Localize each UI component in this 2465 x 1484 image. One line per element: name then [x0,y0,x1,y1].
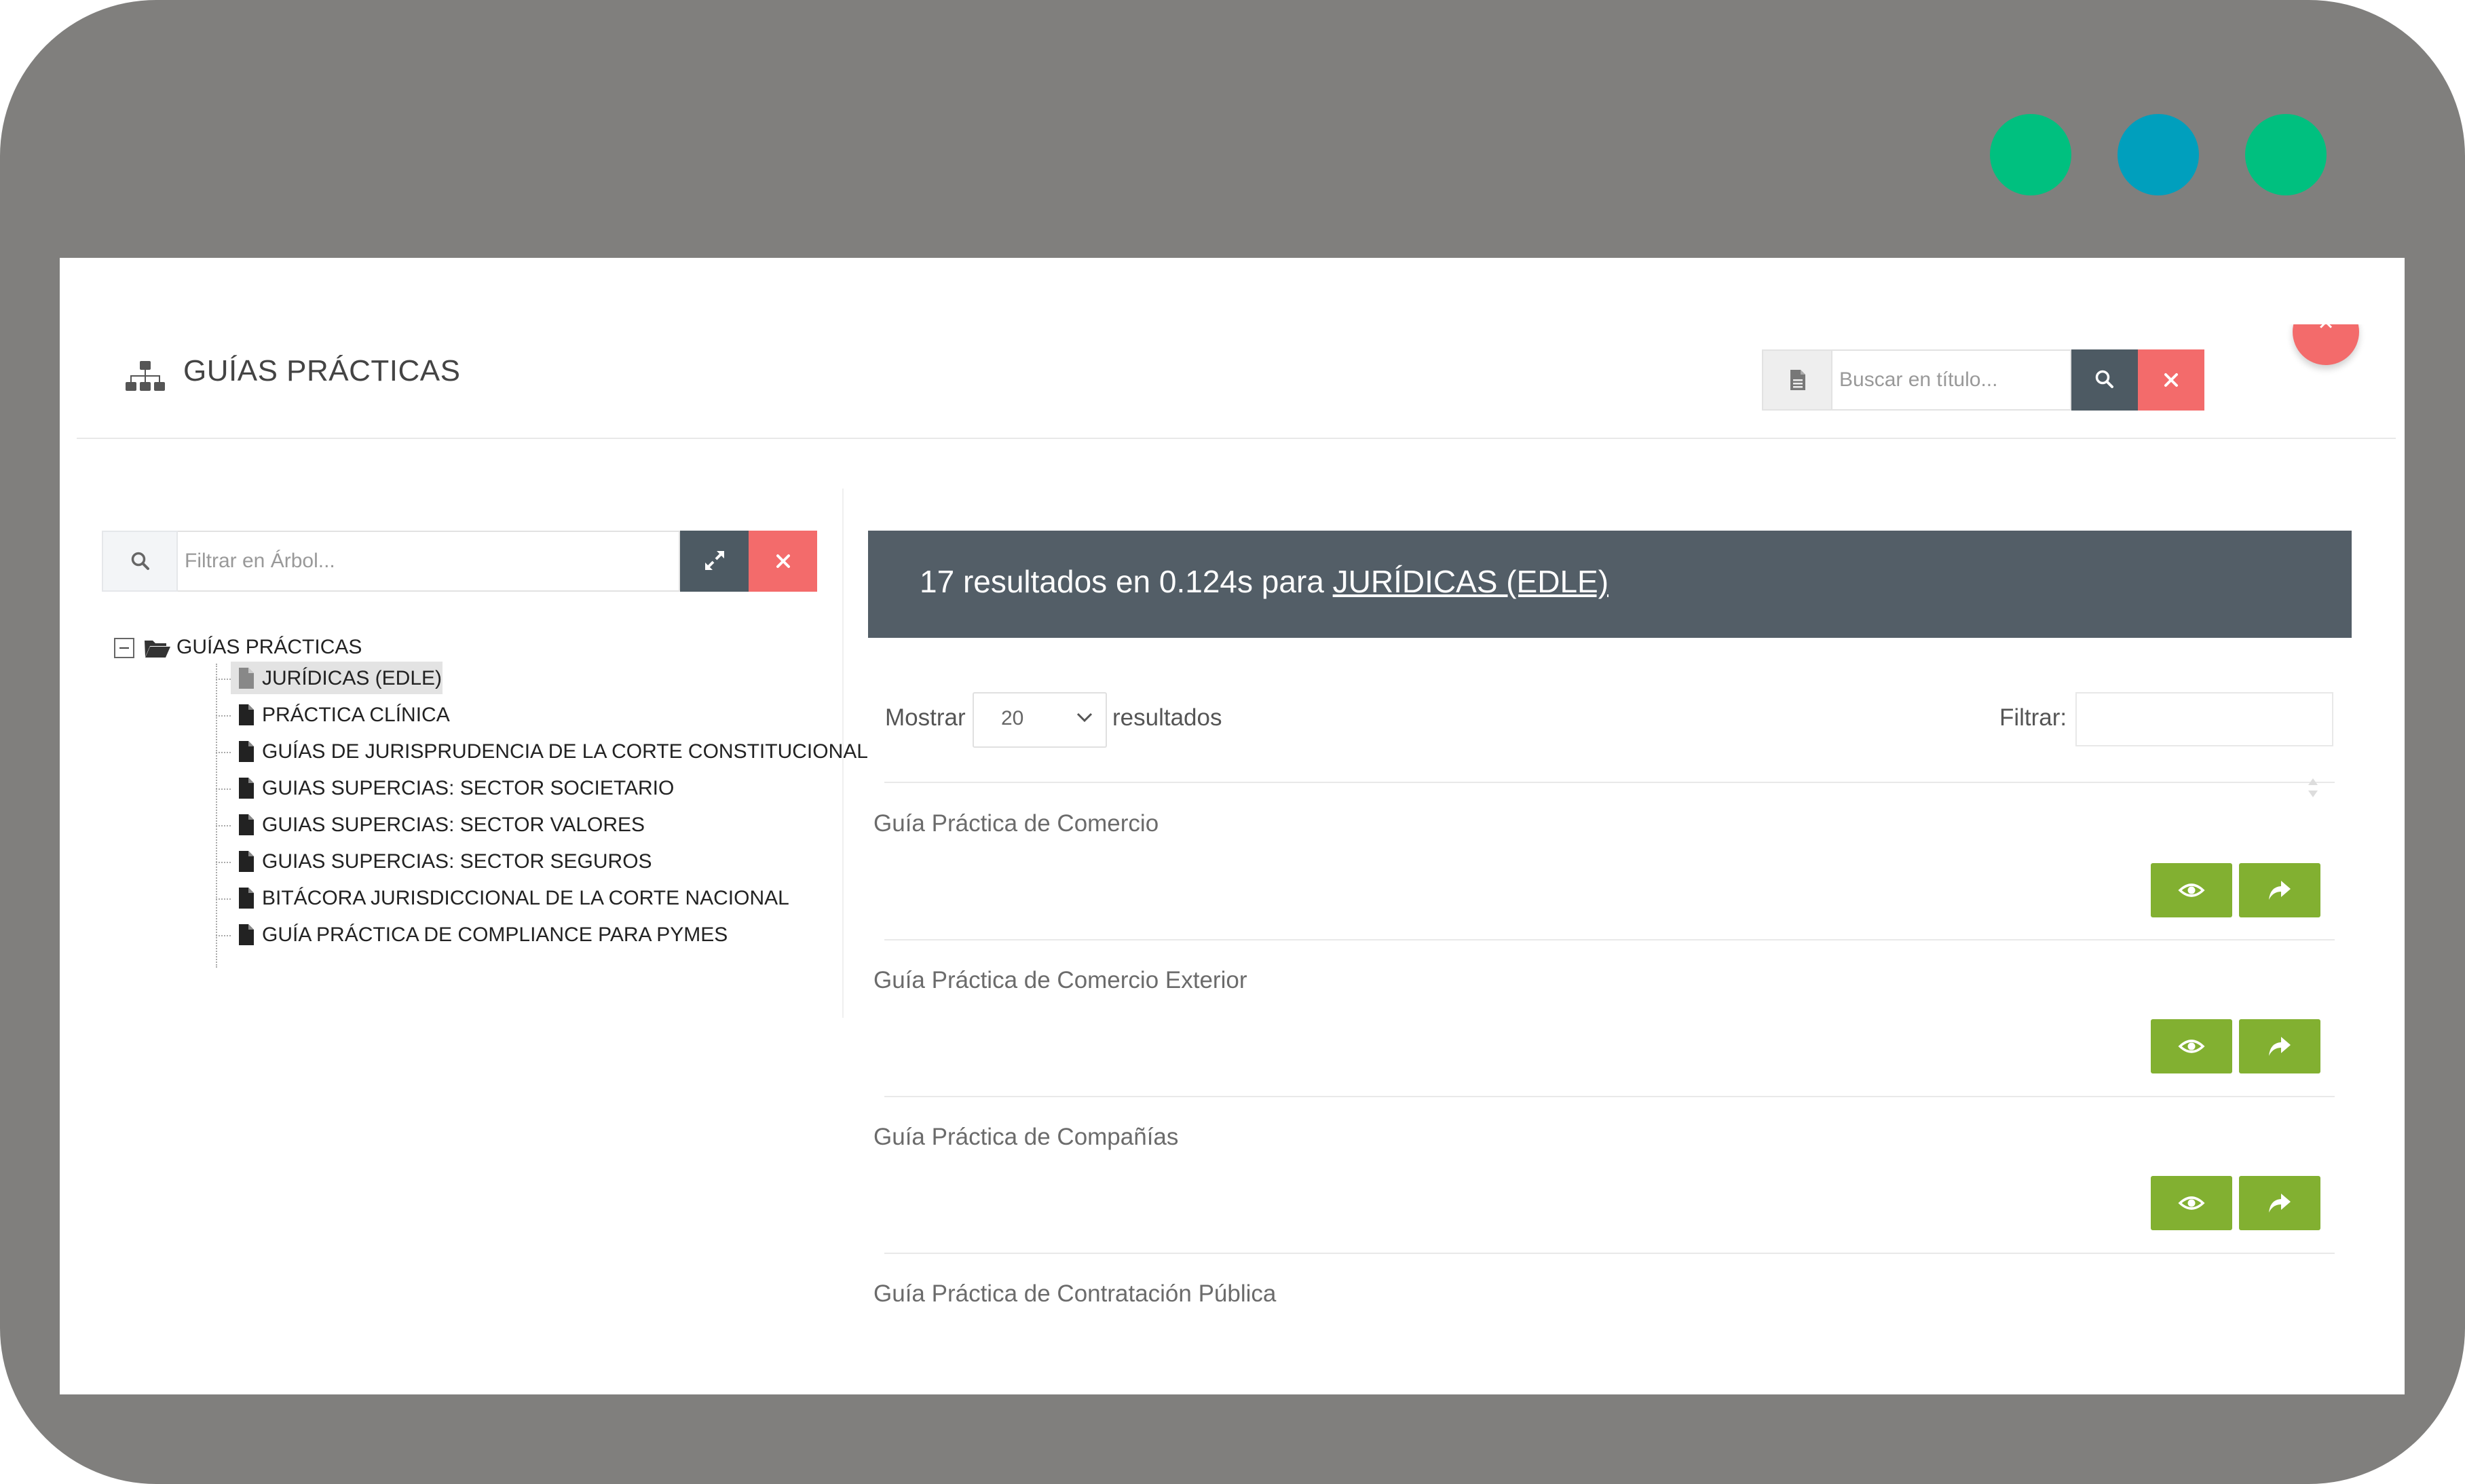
view-button[interactable] [2151,1176,2232,1230]
expand-icon [704,550,724,570]
panel-divider [842,489,844,1018]
tree-item-label: GUIAS SUPERCIAS: SECTOR VALORES [262,814,645,836]
window-dot-green-2 [2245,114,2327,195]
tree-item-label: JURÍDICAS (EDLE) [262,667,443,689]
document-icon [239,668,254,689]
window-dot-green [1990,114,2071,195]
page-size-value: 20 [1001,707,1024,729]
title-search-addon [1762,349,1832,411]
page-title: GUÍAS PRÁCTICAS [183,354,461,387]
tree-item-supercias-societario[interactable]: GUIAS SUPERCIAS: SECTOR SOCIETARIO [216,772,895,805]
share-button[interactable] [2239,1019,2320,1073]
result-title[interactable]: Guía Práctica de Contratación Pública [873,1280,1276,1308]
results-filter-input[interactable] [2075,692,2333,746]
chevron-down-icon [1076,712,1093,723]
tree-item-supercias-seguros[interactable]: GUIAS SUPERCIAS: SECTOR SEGUROS [216,845,895,879]
tree-item-compliance[interactable]: GUÍA PRÁCTICA DE COMPLIANCE PARA PYMES [216,918,895,952]
tree-filter-clear-button[interactable] [749,531,817,592]
document-icon [239,814,254,835]
tree-item-bitacora[interactable]: BITÁCORA JURISDICCIONAL DE LA CORTE NACI… [216,881,895,915]
share-button[interactable] [2239,863,2320,917]
device-frame: × GUÍAS PRÁCTICAS [0,0,2465,1484]
share-icon [2269,1194,2291,1213]
close-icon [2164,373,2178,387]
folder-open-icon [145,641,170,658]
title-search-clear-button[interactable] [2138,349,2204,411]
results-category-link[interactable]: JURÍDICAS (EDLE) [1333,564,1608,599]
tree-filter [102,531,817,592]
fab-mask [2272,258,2381,324]
document-icon [239,888,254,909]
tree-collapse-toggle[interactable] [114,638,134,658]
document-icon [239,924,254,945]
header-divider [77,438,2396,439]
title-search-button[interactable] [2071,349,2138,411]
results-summary-prefix: 17 resultados en 0.124s para [920,564,1333,599]
tree-item-label: GUIAS SUPERCIAS: SECTOR SEGUROS [262,850,652,873]
result-title[interactable]: Guía Práctica de Compañías [873,1124,1178,1151]
results-summary: 17 resultados en 0.124s para JURÍDICAS (… [920,563,1608,600]
window-dot-teal [2118,114,2199,195]
result-title[interactable]: Guía Práctica de Comercio Exterior [873,967,1247,994]
tree-item-jurisprudencia[interactable]: GUÍAS DE JURISPRUDENCIA DE LA CORTE CONS… [216,735,895,769]
document-icon [239,851,254,872]
tree-item-label: GUIAS SUPERCIAS: SECTOR SOCIETARIO [262,777,675,799]
result-title[interactable]: Guía Práctica de Comercio [873,810,1159,837]
eye-icon [2178,883,2205,897]
tree-item-label: PRÁCTICA CLÍNICA [262,704,450,726]
tree-item-label: GUÍA PRÁCTICA DE COMPLIANCE PARA PYMES [262,924,728,946]
view-button[interactable] [2151,863,2232,917]
row-divider [884,1096,2335,1097]
search-icon [131,552,149,570]
title-search [1762,349,2210,411]
tree-item-supercias-valores[interactable]: GUIAS SUPERCIAS: SECTOR VALORES [216,808,895,842]
search-icon [2095,370,2113,388]
document-icon [239,704,254,725]
filter-label: Filtrar: [1999,704,2067,731]
page-size-select[interactable]: 20 [973,692,1107,748]
document-icon [239,778,254,799]
tree-item-practica-clinica[interactable]: PRÁCTICA CLÍNICA [216,698,895,732]
results-summary-header: 17 resultados en 0.124s para JURÍDICAS (… [868,531,2352,638]
modal-window: × GUÍAS PRÁCTICAS [60,258,2405,1394]
tree-item-label: GUÍAS DE JURISPRUDENCIA DE LA CORTE CONS… [262,740,868,763]
tree-expand-button[interactable] [680,531,749,592]
tree-root-label[interactable]: GUÍAS PRÁCTICAS [176,636,362,659]
tree-filter-input[interactable] [178,531,680,592]
view-button[interactable] [2151,1019,2232,1073]
show-label: Mostrar [885,704,966,731]
row-divider [884,1253,2335,1254]
tree-item-juridicas[interactable]: JURÍDICAS (EDLE) [216,662,895,696]
tree-item-label: BITÁCORA JURISDICCIONAL DE LA CORTE NACI… [262,887,789,909]
document-icon [1790,370,1805,390]
results-label: resultados [1112,704,1222,731]
eye-icon [2178,1040,2205,1053]
eye-icon [2178,1196,2205,1210]
table-header-line [884,782,2335,783]
title-search-input[interactable] [1832,349,2071,411]
row-divider [884,939,2335,940]
sitemap-icon [126,361,165,391]
document-icon [239,741,254,762]
tree-filter-addon [102,531,178,592]
share-button[interactable] [2239,1176,2320,1230]
share-icon [2269,1037,2291,1056]
share-icon [2269,881,2291,900]
close-icon [776,554,790,568]
sort-icon[interactable] [2306,777,2320,799]
